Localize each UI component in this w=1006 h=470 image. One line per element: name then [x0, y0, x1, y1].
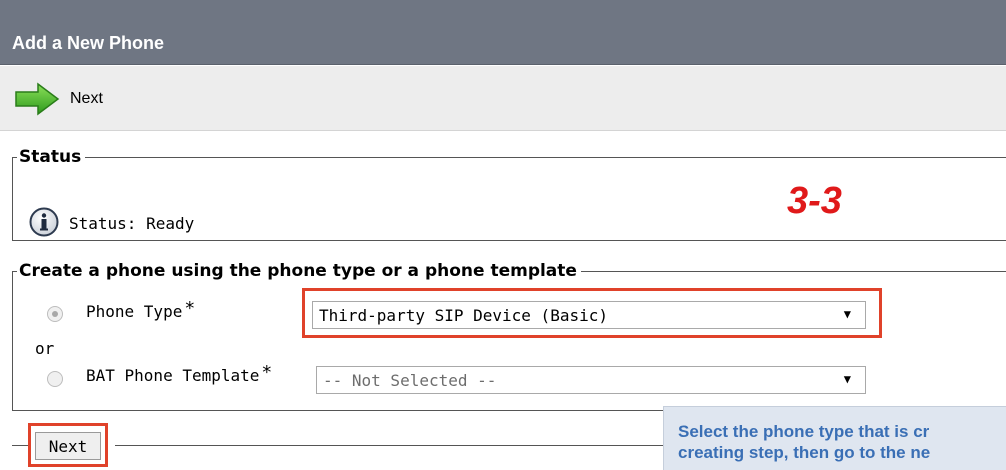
toolbar-next-label: Next [70, 90, 103, 107]
dropdown-arrow-icon: ▼ [843, 372, 851, 386]
phone-type-label: Phone Type * [86, 298, 196, 321]
tooltip-line-1: Select the phone type that is cr [678, 422, 930, 441]
required-marker: * [184, 298, 196, 319]
bat-template-label: BAT Phone Template * [86, 362, 273, 385]
bat-template-value: -- Not Selected -- [323, 370, 497, 390]
status-text: Status: Ready [69, 214, 195, 233]
phone-type-highlight [302, 288, 882, 338]
divider [115, 445, 663, 446]
status-legend: Status [19, 147, 82, 167]
next-button-highlight [28, 423, 108, 467]
info-icon [29, 207, 59, 237]
step-annotation: 3-3 [787, 180, 842, 222]
instruction-tooltip: Select the phone type that is cr creatin… [663, 406, 1006, 470]
status-section: Status Status: Ready [12, 147, 1006, 241]
toolbar-next-button[interactable]: Next [14, 82, 103, 116]
create-legend: Create a phone using the phone type or a… [19, 261, 577, 281]
toolbar: Next [0, 66, 1006, 131]
bat-template-radio[interactable] [47, 371, 63, 387]
or-text: or [35, 339, 55, 358]
page-title: Add a New Phone [12, 33, 165, 53]
required-marker: * [261, 362, 273, 383]
bat-template-select[interactable]: -- Not Selected -- ▼ [316, 366, 866, 394]
phone-type-radio[interactable] [47, 306, 63, 322]
green-arrow-right-icon [15, 82, 60, 116]
tooltip-line-2: creating step, then go to the ne [678, 443, 931, 462]
title-bar: Add a New Phone [0, 0, 1006, 65]
